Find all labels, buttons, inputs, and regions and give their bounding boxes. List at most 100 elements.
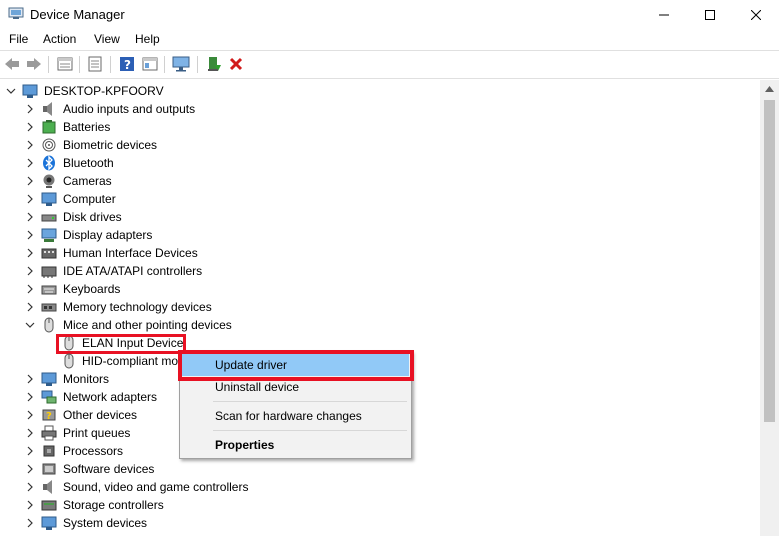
tree-item-label: Display adapters: [63, 228, 153, 242]
chevron-right-icon[interactable]: [24, 280, 36, 298]
chevron-right-icon[interactable]: [24, 262, 36, 280]
chevron-right-icon[interactable]: [24, 118, 36, 136]
minimize-button[interactable]: [641, 0, 687, 29]
menu-item-scan-hardware[interactable]: Scan for hardware changes: [182, 405, 409, 427]
tree-item-computer[interactable]: Computer: [0, 190, 760, 208]
tree-item-keyboards[interactable]: Keyboards: [0, 280, 760, 298]
tree-item-label: Other devices: [63, 408, 138, 422]
maximize-button[interactable]: [687, 0, 733, 29]
tree-item-software[interactable]: Software devices: [0, 460, 760, 478]
storage-controller-icon: [41, 497, 57, 513]
tree-root[interactable]: DESKTOP-KPFOORV: [0, 82, 760, 100]
chevron-right-icon[interactable]: [24, 496, 36, 514]
tree-item-sound[interactable]: Sound, video and game controllers: [0, 478, 760, 496]
tree-item-hid[interactable]: Human Interface Devices: [0, 244, 760, 262]
chevron-right-icon[interactable]: [24, 298, 36, 316]
mouse-icon: [61, 353, 77, 369]
chevron-right-icon[interactable]: [24, 442, 36, 460]
chevron-right-icon[interactable]: [24, 172, 36, 190]
close-button[interactable]: [733, 0, 779, 29]
tree-item-label: Print queues: [63, 426, 131, 440]
memory-icon: [41, 299, 57, 315]
update-driver-highlight-box: [178, 350, 414, 381]
selection-highlight-box: [56, 334, 186, 354]
chevron-right-icon[interactable]: [24, 424, 36, 442]
tree-item-label: Monitors: [63, 372, 110, 386]
tree-item-ide[interactable]: IDE ATA/ATAPI controllers: [0, 262, 760, 280]
hid-icon: [41, 245, 57, 261]
chevron-right-icon[interactable]: [24, 100, 36, 118]
bluetooth-icon: [41, 155, 57, 171]
tree-item-label: Audio inputs and outputs: [63, 102, 196, 116]
action-view-icon[interactable]: [141, 55, 159, 73]
back-arrow-icon[interactable]: [3, 55, 21, 73]
tree-item-label: Network adapters: [63, 390, 158, 404]
forward-arrow-icon[interactable]: [25, 55, 43, 73]
menu-separator: [213, 430, 407, 431]
tree-item-label: Bluetooth: [63, 156, 114, 170]
menu-item-properties[interactable]: Properties: [182, 434, 409, 456]
chevron-right-icon[interactable]: [24, 226, 36, 244]
tree-item-disk-drives[interactable]: Disk drives: [0, 208, 760, 226]
toolbar-divider: [0, 78, 779, 79]
chevron-right-icon[interactable]: [24, 478, 36, 496]
update-driver-icon[interactable]: [205, 55, 223, 73]
tree-item-mice[interactable]: Mice and other pointing devices: [0, 316, 760, 334]
chevron-right-icon[interactable]: [24, 136, 36, 154]
menu-item-label: Properties: [215, 438, 275, 452]
mouse-icon: [41, 317, 57, 333]
menu-item-label: Uninstall device: [215, 380, 300, 394]
tree-item-biometric[interactable]: Biometric devices: [0, 136, 760, 154]
tree-item-label: Keyboards: [63, 282, 121, 296]
speaker-icon: [41, 479, 57, 495]
tree-item-display-adapters[interactable]: Display adapters: [0, 226, 760, 244]
chevron-down-icon[interactable]: [5, 82, 17, 100]
monitor-scan-icon[interactable]: [172, 55, 190, 73]
other-devices-icon: ?: [41, 407, 57, 423]
tree-item-label: Cameras: [63, 174, 112, 188]
menu-view[interactable]: View: [94, 32, 120, 46]
ide-controller-icon: [41, 263, 57, 279]
chevron-right-icon[interactable]: [24, 244, 36, 262]
chevron-right-icon[interactable]: [24, 388, 36, 406]
tree-item-cameras[interactable]: Cameras: [0, 172, 760, 190]
chevron-right-icon[interactable]: [24, 190, 36, 208]
tree-child-label: HID-compliant mo: [82, 354, 179, 368]
chevron-right-icon[interactable]: [24, 406, 36, 424]
chevron-right-icon[interactable]: [24, 154, 36, 172]
chevron-right-icon[interactable]: [24, 460, 36, 478]
menu-action[interactable]: Action: [43, 32, 76, 46]
tree-item-system[interactable]: System devices: [0, 514, 760, 532]
show-hidden-icon[interactable]: [86, 55, 104, 73]
menu-file[interactable]: File: [9, 32, 28, 46]
system-device-icon: [41, 515, 57, 531]
chevron-right-icon[interactable]: [24, 208, 36, 226]
uninstall-x-icon[interactable]: [227, 55, 245, 73]
tree-item-label: Disk drives: [63, 210, 122, 224]
vertical-scrollbar[interactable]: [760, 80, 779, 536]
chevron-right-icon[interactable]: [24, 370, 36, 388]
computer-icon: [22, 83, 38, 99]
tree-item-batteries[interactable]: Batteries: [0, 118, 760, 136]
chevron-right-icon[interactable]: [24, 514, 36, 532]
svg-text:?: ?: [46, 411, 52, 422]
tree-item-memory[interactable]: Memory technology devices: [0, 298, 760, 316]
tree-item-label: Mice and other pointing devices: [63, 318, 232, 332]
battery-icon: [41, 119, 57, 135]
tree-item-label: Software devices: [63, 462, 155, 476]
tree-item-label: Processors: [63, 444, 124, 458]
scrollbar-thumb[interactable]: [764, 100, 775, 422]
help-icon[interactable]: ?: [118, 55, 136, 73]
tree-item-bluetooth[interactable]: Bluetooth: [0, 154, 760, 172]
scroll-up-icon[interactable]: [760, 80, 779, 97]
properties-view-icon[interactable]: [56, 55, 74, 73]
software-device-icon: [41, 461, 57, 477]
tree-item-audio[interactable]: Audio inputs and outputs: [0, 100, 760, 118]
toolbar-separator: [48, 56, 49, 73]
speaker-icon: [41, 101, 57, 117]
tree-item-storage[interactable]: Storage controllers: [0, 496, 760, 514]
device-tree: DESKTOP-KPFOORV Audio inputs and outputs…: [0, 80, 760, 536]
tree-item-label: Sound, video and game controllers: [63, 480, 249, 494]
menu-help[interactable]: Help: [135, 32, 160, 46]
chevron-down-icon[interactable]: [24, 316, 36, 334]
